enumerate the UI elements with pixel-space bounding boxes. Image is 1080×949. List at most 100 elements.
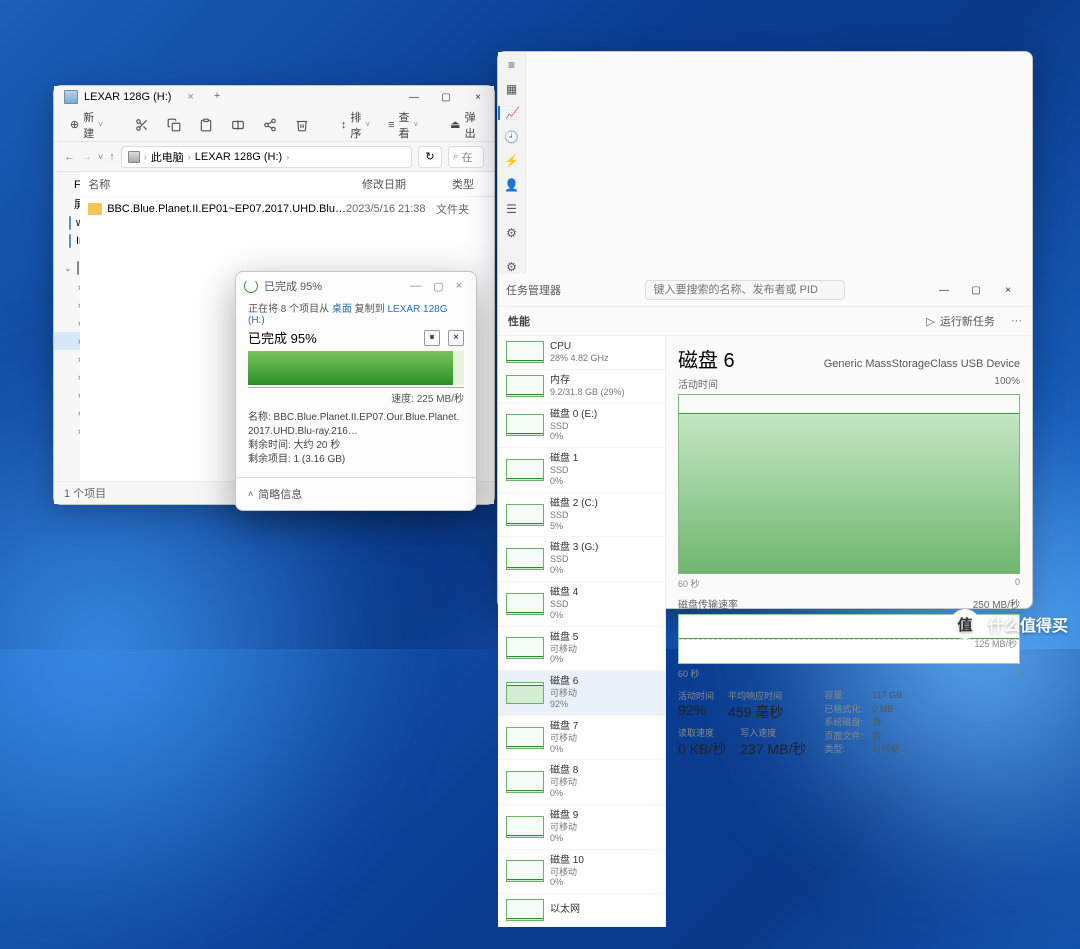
device-name: Generic MassStorageClass USB Device bbox=[824, 358, 1020, 370]
list-header[interactable]: 名称 修改日期 类型 bbox=[80, 172, 494, 197]
sort-button[interactable]: ↕ 排序 ˅ bbox=[335, 107, 376, 143]
close-button[interactable]: × bbox=[462, 86, 494, 108]
perf-item[interactable]: 磁盘 6可移动92% bbox=[498, 671, 665, 716]
progress-spinner-icon bbox=[244, 279, 258, 293]
watermark-badge-icon: 值 bbox=[950, 609, 980, 639]
settings-icon[interactable]: ⚙ bbox=[506, 260, 517, 274]
plus-icon: ⊕ bbox=[70, 118, 79, 131]
perf-item[interactable]: 以太网 bbox=[498, 894, 665, 927]
tab-close-icon[interactable]: × bbox=[187, 91, 193, 103]
maximize-button[interactable]: ▢ bbox=[430, 86, 462, 108]
search-input[interactable] bbox=[645, 280, 845, 300]
progress-bar bbox=[248, 351, 464, 385]
breadcrumb-drive[interactable]: LEXAR 128G (H:) bbox=[195, 151, 282, 163]
chevron-up-icon: ˄ bbox=[248, 489, 253, 499]
dialog-title: 已完成 95% bbox=[264, 278, 404, 294]
eject-button[interactable]: ⏏ 弹出 bbox=[444, 107, 481, 143]
processes-tab-icon[interactable]: ▦ bbox=[506, 82, 517, 96]
up-button[interactable]: ↑ bbox=[109, 151, 115, 163]
menu-icon[interactable]: ≡ bbox=[508, 58, 515, 72]
perf-item[interactable]: 磁盘 3 (G:)SSD0% bbox=[498, 537, 665, 582]
explorer-toolbar: ⊕ 新建 ˅ ↕ 排序 ˅ ≡ 查看 ˅ ⏏ 弹出 ··· bbox=[54, 108, 494, 142]
explorer-tab[interactable]: LEXAR 128G (H:) × bbox=[54, 86, 204, 108]
file-row[interactable]: BBC.Blue.Planet.II.EP01~EP07.2017.UHD.Bl… bbox=[80, 197, 494, 221]
close-button[interactable]: × bbox=[456, 280, 462, 292]
maximize-button[interactable]: ▢ bbox=[960, 285, 992, 296]
nav-item[interactable]: FileRecv bbox=[54, 176, 80, 194]
nav-item[interactable]: ›Raid-Z (\\192.168.3.1) (Y:) bbox=[54, 404, 80, 422]
nav-item[interactable]: ›win11 (C:) bbox=[54, 278, 80, 296]
perf-item[interactable]: 磁盘 10可移动0% bbox=[498, 850, 665, 895]
users-tab-icon[interactable]: 👤 bbox=[504, 178, 519, 192]
nav-item[interactable]: ⌄此电脑 bbox=[54, 258, 80, 278]
pause-button[interactable]: ⏸ bbox=[424, 330, 440, 346]
nav-item[interactable]: ›Intel NVMe (\\192.168.3.1) (X:) bbox=[54, 386, 80, 404]
nav-item[interactable]: ›LEXAR 128G (H:) bbox=[54, 332, 80, 350]
perf-resource-list[interactable]: CPU28% 4.82 GHz内存9.2/31.8 GB (29%)磁盘 0 (… bbox=[498, 336, 666, 927]
paste-button[interactable] bbox=[193, 116, 219, 134]
rename-button[interactable] bbox=[225, 116, 251, 134]
chevron-down-icon[interactable]: ˅ bbox=[98, 152, 103, 162]
perf-tab-label: 性能 bbox=[508, 313, 530, 329]
perf-item[interactable]: 磁盘 9可移动0% bbox=[498, 805, 665, 850]
share-button[interactable] bbox=[257, 116, 283, 134]
new-tab-button[interactable]: + bbox=[204, 86, 230, 108]
explorer-title-bar[interactable]: LEXAR 128G (H:) × + — ▢ × bbox=[54, 86, 494, 108]
tm-nav-rail[interactable]: ≡ ▦ 📈 🕘 ⚡ 👤 ☰ ⚙ ⚙ bbox=[498, 52, 526, 274]
run-task-icon: ▷ bbox=[926, 315, 934, 328]
copy-button[interactable] bbox=[161, 116, 187, 134]
nav-item[interactable]: win11 (C:) bbox=[54, 214, 80, 232]
cancel-button[interactable]: × bbox=[448, 330, 464, 346]
more-button[interactable]: ··· bbox=[1011, 315, 1022, 327]
perf-item[interactable]: 磁盘 0 (E:)SSD0% bbox=[498, 404, 665, 449]
new-button[interactable]: ⊕ 新建 ˅ bbox=[64, 107, 109, 143]
nav-item[interactable]: ⌄LEXAR 128G (H:) bbox=[54, 440, 80, 458]
perf-item[interactable]: 磁盘 2 (C:)SSD5% bbox=[498, 493, 665, 538]
perf-item[interactable]: 磁盘 1SSD0% bbox=[498, 448, 665, 493]
services-tab-icon[interactable]: ⚙ bbox=[506, 226, 517, 240]
app-history-tab-icon[interactable]: 🕘 bbox=[504, 130, 519, 144]
nav-pane[interactable]: FileRecv屏幕截图win11 (C:)Intel NVMe (\\192.… bbox=[54, 172, 80, 481]
breadcrumb[interactable]: › 此电脑 › LEXAR 128G (H:) › bbox=[121, 146, 412, 168]
run-new-task-button[interactable]: ▷ 运行新任务 ··· bbox=[926, 313, 1022, 329]
cut-button[interactable] bbox=[129, 116, 155, 134]
view-button[interactable]: ≡ 查看 ˅ bbox=[382, 107, 424, 143]
nav-item[interactable]: ›Vms (\\192.168.3.1) (V:) bbox=[54, 350, 80, 368]
startup-tab-icon[interactable]: ⚡ bbox=[504, 154, 519, 168]
watermark: 值 什么值得买 bbox=[950, 609, 1068, 639]
address-bar: ← → ˅ ↑ › 此电脑 › LEXAR 128G (H:) › ↻ ⌕ 在 bbox=[54, 142, 494, 172]
nav-item[interactable]: 屏幕截图 bbox=[54, 194, 80, 214]
disk-title: 磁盘 6 bbox=[678, 344, 735, 373]
nav-item[interactable]: ›Film (\\192.168.3.1) (W:) bbox=[54, 368, 80, 386]
nav-item[interactable]: ›500G_MLC (E:) bbox=[54, 296, 80, 314]
close-button[interactable]: × bbox=[992, 285, 1024, 296]
nav-item[interactable]: Intel NVMe (\\192.168.3.1) (X:) bbox=[54, 232, 80, 250]
nav-item[interactable]: ›pt_pm983 (\\192.168.3.1) (Z:) bbox=[54, 422, 80, 440]
refresh-button[interactable]: ↻ bbox=[418, 146, 442, 168]
delete-button[interactable] bbox=[289, 116, 315, 134]
fewer-details-button[interactable]: ˄ 简略信息 bbox=[236, 477, 476, 510]
breadcrumb-pc[interactable]: 此电脑 bbox=[151, 149, 184, 165]
activity-chart bbox=[678, 394, 1020, 574]
details-tab-icon[interactable]: ☰ bbox=[506, 202, 517, 216]
nav-item[interactable]: BBC.Blue.Planet.II.EP01~EP07.2… bbox=[54, 458, 80, 476]
minimize-button[interactable]: — bbox=[410, 280, 421, 292]
search-input[interactable]: ⌕ 在 bbox=[448, 146, 484, 168]
forward-button[interactable]: → bbox=[81, 151, 92, 163]
copy-source-link[interactable]: 桌面 bbox=[332, 304, 352, 315]
performance-tab-icon[interactable]: 📈 bbox=[498, 106, 525, 120]
back-button[interactable]: ← bbox=[64, 151, 75, 163]
perf-item[interactable]: CPU28% 4.82 GHz bbox=[498, 336, 665, 370]
perf-item[interactable]: 磁盘 7可移动0% bbox=[498, 716, 665, 761]
drive-icon bbox=[64, 90, 78, 104]
nav-item[interactable]: ›SN-550 (G:) bbox=[54, 314, 80, 332]
minimize-button[interactable]: — bbox=[928, 285, 960, 296]
perf-item[interactable]: 磁盘 8可移动0% bbox=[498, 760, 665, 805]
minimize-button[interactable]: — bbox=[398, 86, 430, 108]
maximize-button[interactable]: ▢ bbox=[433, 280, 443, 293]
task-manager-window[interactable]: ≡ ▦ 📈 🕘 ⚡ 👤 ☰ ⚙ ⚙ 任务管理器 — ▢ × 性能 ▷ 运行新任务… bbox=[497, 51, 1033, 609]
app-title: 任务管理器 bbox=[506, 282, 561, 298]
perf-item[interactable]: 内存9.2/31.8 GB (29%) bbox=[498, 370, 665, 404]
perf-item[interactable]: 磁盘 4SSD0% bbox=[498, 582, 665, 627]
copy-progress-dialog[interactable]: 已完成 95% — ▢ × 正在将 8 个项目从 桌面 复制到 LEXAR 12… bbox=[235, 271, 477, 511]
